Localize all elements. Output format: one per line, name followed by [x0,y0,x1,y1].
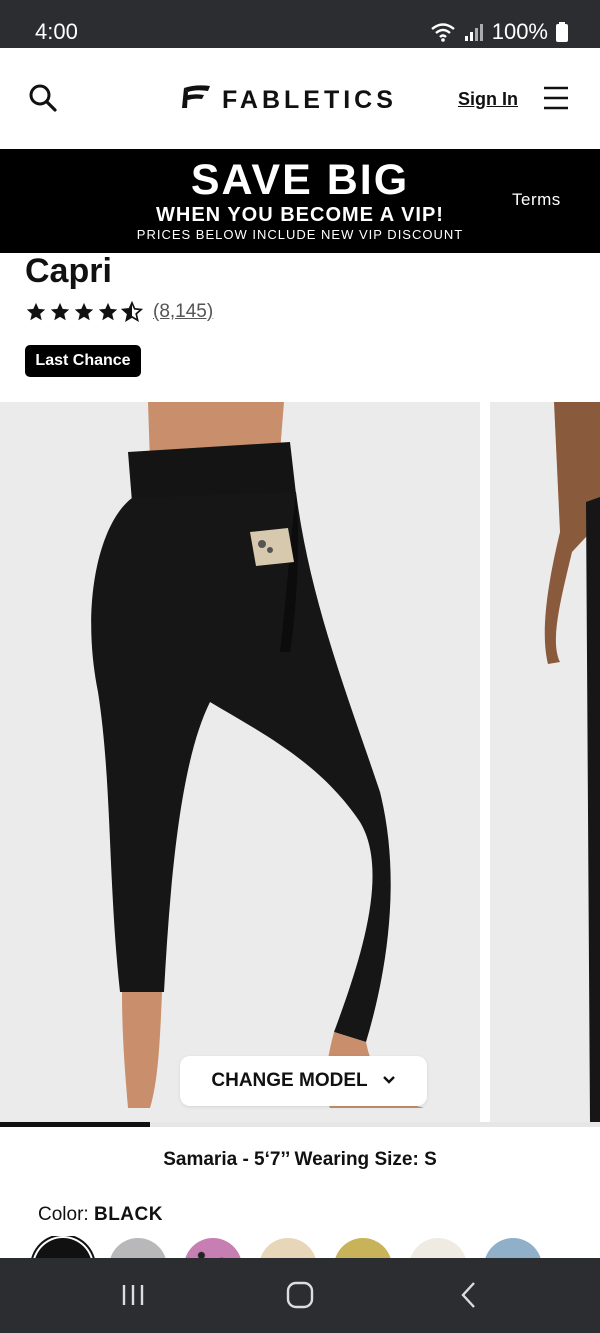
model-info: Samaria - 5‘7’’ Wearing Size: S [163,1149,437,1170]
color-swatch[interactable] [484,1238,542,1258]
banner-note: PRICES BELOW INCLUDE NEW VIP DISCOUNT [136,227,464,242]
star-icon [25,301,47,323]
status-bar: 4:00 100% [0,0,600,48]
half-star-icon [121,301,143,323]
product-photo-main [0,402,480,1122]
status-right: 100% [430,20,568,44]
recent-apps-icon[interactable] [119,1280,149,1310]
banner-headline: SAVE BIG [190,156,410,204]
star-icon [97,301,119,323]
product-rating[interactable]: (8,145) [25,300,213,324]
color-selection: Color: BLACK [38,1203,163,1227]
vip-promo-banner[interactable]: SAVE BIG WHEN YOU BECOME A VIP! PRICES B… [0,149,600,253]
gallery-progress-bar [0,1122,600,1127]
banner-subheadline: WHEN YOU BECOME A VIP! [156,204,444,226]
hamburger-menu-icon[interactable] [543,85,569,111]
status-time: 4:00 [35,19,78,44]
battery-icon [556,22,568,42]
logo-text: FABLETICS [222,85,397,114]
color-swatch[interactable] [334,1238,392,1258]
product-title: Capri [25,252,112,290]
product-photo-secondary [490,402,600,1122]
terms-link[interactable]: Terms [512,189,561,211]
search-icon[interactable] [28,83,58,113]
home-icon[interactable] [285,1280,315,1310]
color-swatch[interactable] [184,1238,242,1258]
star-icon [49,301,71,323]
signal-icon [464,22,484,42]
system-nav-bar [0,1258,600,1333]
gallery-progress-fill [0,1122,150,1127]
color-swatch[interactable] [409,1238,467,1258]
fabletics-logo-icon [180,84,212,115]
sign-in-link[interactable]: Sign In [458,88,518,110]
change-model-label: CHANGE MODEL [211,1070,368,1091]
product-gallery[interactable]: CHANGE MODEL [0,402,600,1122]
color-swatches [0,1236,600,1258]
color-value: BLACK [93,1204,163,1225]
color-swatch[interactable] [109,1238,167,1258]
color-label: Color: [38,1204,89,1225]
color-swatch[interactable] [34,1238,92,1258]
back-icon[interactable] [454,1280,484,1310]
fabletics-logo[interactable]: FABLETICS [180,84,397,115]
chevron-down-icon [382,1072,396,1090]
change-model-button[interactable]: CHANGE MODEL [180,1056,427,1106]
review-count[interactable]: (8,145) [153,300,213,324]
star-icon [73,301,95,323]
color-swatch[interactable] [259,1238,317,1258]
site-header: FABLETICS Sign In [0,48,600,148]
battery-percent: 100% [491,19,548,44]
last-chance-badge: Last Chance [25,345,141,377]
wifi-icon [430,21,456,43]
